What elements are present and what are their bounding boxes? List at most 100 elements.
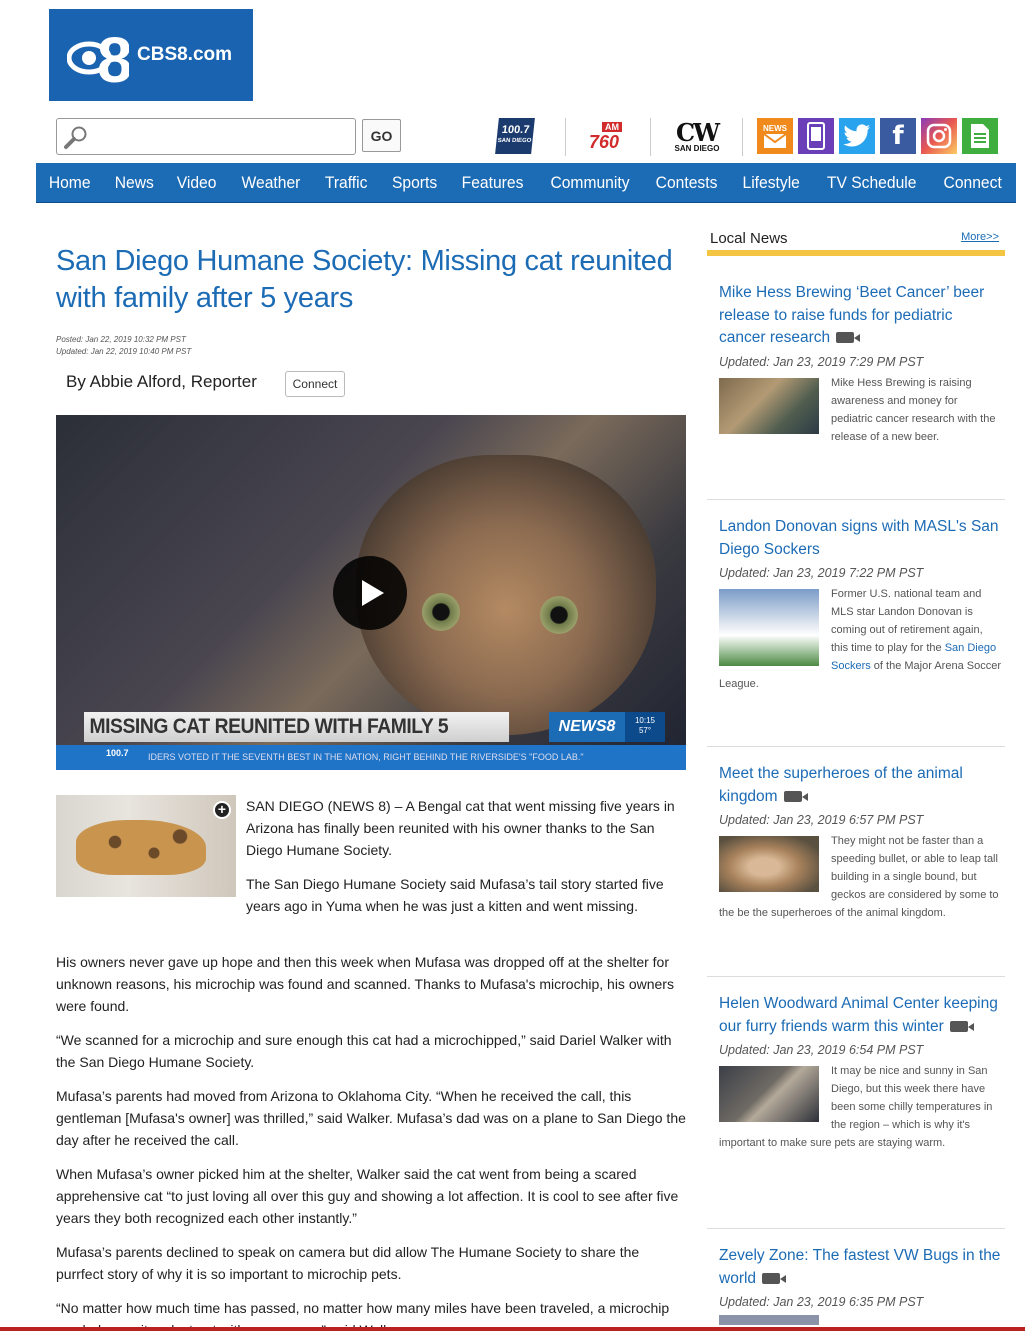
page-bottom-bar xyxy=(0,1327,1025,1331)
search-go-button[interactable]: GO xyxy=(362,119,401,152)
story-thumbnail[interactable] xyxy=(719,1066,819,1122)
article-inline-image[interactable]: + xyxy=(56,795,236,897)
sidebar-story: Zevely Zone: The fastest VW Bugs in the … xyxy=(719,1245,1001,1327)
nav-item-connect[interactable]: Connect xyxy=(943,173,1001,193)
nav-item-news[interactable]: News xyxy=(114,173,153,193)
article-paragraph: Mufasa’s parents declined to speak on ca… xyxy=(56,1244,640,1282)
article-paragraph: His owners never gave up hope and then t… xyxy=(56,954,674,1014)
nav-item-features[interactable]: Features xyxy=(462,173,524,193)
instagram-icon[interactable] xyxy=(921,118,957,154)
article-timestamps: Posted: Jan 22, 2019 10:32 PM PST Update… xyxy=(56,334,191,358)
article-paragraph: When Mufasa’s owner picked him at the sh… xyxy=(56,1166,679,1226)
story-updated: Updated: Jan 23, 2019 6:57 PM PST xyxy=(719,813,924,827)
site-logo[interactable]: 8 CBS8.com xyxy=(49,9,253,101)
video-camera-icon xyxy=(949,1020,974,1032)
cw-logo-city: SAN DIEGO xyxy=(674,143,720,153)
story-title-link[interactable]: Landon Donovan signs with MASL's San Die… xyxy=(719,516,1001,561)
story-thumbnail[interactable] xyxy=(719,836,819,892)
phone-icon xyxy=(807,122,825,150)
twitter-icon[interactable] xyxy=(839,118,875,154)
video-camera-icon xyxy=(836,332,861,343)
story-divider xyxy=(707,746,1005,747)
story-updated: Updated: Jan 23, 2019 6:54 PM PST xyxy=(719,1043,924,1057)
cat-eye-right xyxy=(540,596,578,634)
story-divider xyxy=(707,499,1005,500)
story-snippet-wrap: Former U.S. national team and MLS star L… xyxy=(719,585,1001,693)
story-title-link[interactable]: Helen Woodward Animal Center keeping our… xyxy=(719,993,1001,1038)
story-divider xyxy=(707,1228,1005,1229)
facebook-f-glyph: f xyxy=(892,121,904,151)
video-news8-bug: NEWS8 xyxy=(549,712,625,742)
video-lower-third: MISSING CAT REUNITED WITH FAMILY 5 YEARS… xyxy=(84,712,510,768)
nav-item-tv-schedule[interactable]: TV Schedule xyxy=(827,173,917,193)
story-updated: Updated: Jan 23, 2019 7:22 PM PST xyxy=(719,566,924,580)
video-camera-icon xyxy=(783,790,808,802)
sidebar-story: Helen Woodward Animal Center keeping our… xyxy=(719,993,1001,1152)
article-body-wrapped: SAN DIEGO (NEWS 8) – A Bengal cat that w… xyxy=(246,795,686,929)
video-camera-icon xyxy=(762,1272,787,1284)
station-1007-logo[interactable]: 100.7 SAN DIEGO xyxy=(495,118,535,154)
cw-san-diego-logo[interactable]: CW SAN DIEGO xyxy=(668,118,726,156)
article-paragraph: Mufasa’s parents had moved from Arizona … xyxy=(56,1088,686,1148)
article-body: His owners never gave up hope and then t… xyxy=(56,951,688,1331)
svg-text:8: 8 xyxy=(97,24,129,90)
envelope-icon xyxy=(763,132,787,148)
mobile-icon[interactable] xyxy=(798,118,834,154)
story-thumbnail[interactable] xyxy=(719,1315,819,1325)
station-760-logo[interactable]: AM 760 xyxy=(583,118,625,156)
story-title: Meet the superheroes of the animal kingd… xyxy=(719,765,963,805)
video-play-button[interactable] xyxy=(333,556,407,630)
station-divider xyxy=(742,118,743,156)
article-paragraph: “No matter how much time has passed, no … xyxy=(56,1300,670,1331)
video-player[interactable]: MISSING CAT REUNITED WITH FAMILY 5 YEARS… xyxy=(56,415,686,770)
document-icon xyxy=(971,124,989,148)
local-news-header: Local News More>> xyxy=(707,226,1005,256)
nav-item-home[interactable]: Home xyxy=(49,173,91,193)
article-updated-date: Updated: Jan 22, 2019 10:40 PM PST xyxy=(56,347,192,356)
story-snippet-wrap: They might not be faster than a speeding… xyxy=(719,832,1001,922)
nav-item-sports[interactable]: Sports xyxy=(392,173,437,193)
story-snippet-wrap: Mike Hess Brewing is raising awareness a… xyxy=(719,374,1001,446)
story-updated: Updated: Jan 23, 2019 7:29 PM PST xyxy=(719,354,924,369)
bengal-cat-image xyxy=(76,820,206,875)
story-title-link[interactable]: Meet the superheroes of the animal kingd… xyxy=(719,763,1001,808)
search-input[interactable] xyxy=(95,121,355,152)
station-1007-city: SAN DIEGO xyxy=(497,138,532,144)
author-connect-button[interactable]: Connect xyxy=(285,371,345,397)
story-thumbnail[interactable] xyxy=(719,377,819,434)
main-nav: Home News Video Weather Traffic Sports F… xyxy=(36,163,1016,203)
story-title-link[interactable]: Zevely Zone: The fastest VW Bugs in the … xyxy=(719,1245,1001,1290)
nav-item-video[interactable]: Video xyxy=(177,173,217,193)
nav-item-contests[interactable]: Contests xyxy=(656,173,718,193)
station-1007-number: 100.7 xyxy=(501,124,531,136)
article-paragraph: SAN DIEGO (NEWS 8) – A Bengal cat that w… xyxy=(246,798,675,858)
station-divider xyxy=(650,118,651,156)
expand-image-icon[interactable]: + xyxy=(213,801,231,819)
search-box[interactable] xyxy=(56,118,356,155)
station-divider xyxy=(565,118,566,156)
video-ticker-logo: 100.7 xyxy=(106,748,129,758)
nav-item-traffic[interactable]: Traffic xyxy=(325,173,368,193)
nav-item-community[interactable]: Community xyxy=(550,173,629,193)
article-posted-date: Posted: Jan 22, 2019 10:32 PM PST xyxy=(56,335,186,344)
article-paragraph: “We scanned for a microchip and sure eno… xyxy=(56,1032,672,1070)
news-email-icon[interactable]: NEWS xyxy=(757,118,793,154)
station-760-am: AM xyxy=(602,121,622,132)
nav-item-lifestyle[interactable]: Lifestyle xyxy=(743,173,800,193)
story-title-link[interactable]: Mike Hess Brewing ‘Beet Cancer’ beer rel… xyxy=(719,282,1001,350)
video-time-temp: 10:15 57° xyxy=(625,712,665,742)
sidebar-story: Landon Donovan signs with MASL's San Die… xyxy=(719,516,1001,693)
video-ticker: IDERS VOTED IT THE SEVENTH BEST IN THE N… xyxy=(56,745,686,770)
local-news-more-link[interactable]: More>> xyxy=(961,231,999,243)
nav-item-weather[interactable]: Weather xyxy=(242,173,301,193)
sidebar-story: Mike Hess Brewing ‘Beet Cancer’ beer rel… xyxy=(719,282,1001,446)
article-byline: By Abbie Alford, Reporter xyxy=(66,372,257,391)
facebook-icon[interactable]: f xyxy=(880,118,916,154)
story-snippet-wrap: It may be nice and sunny in San Diego, b… xyxy=(719,1062,1001,1152)
notes-icon[interactable] xyxy=(962,118,998,154)
story-divider xyxy=(707,976,1005,977)
story-thumbnail[interactable] xyxy=(719,589,819,666)
local-news-title: Local News xyxy=(710,230,788,247)
video-time: 10:15 xyxy=(634,716,656,725)
site-brand-name: CBS8.com xyxy=(137,44,233,65)
